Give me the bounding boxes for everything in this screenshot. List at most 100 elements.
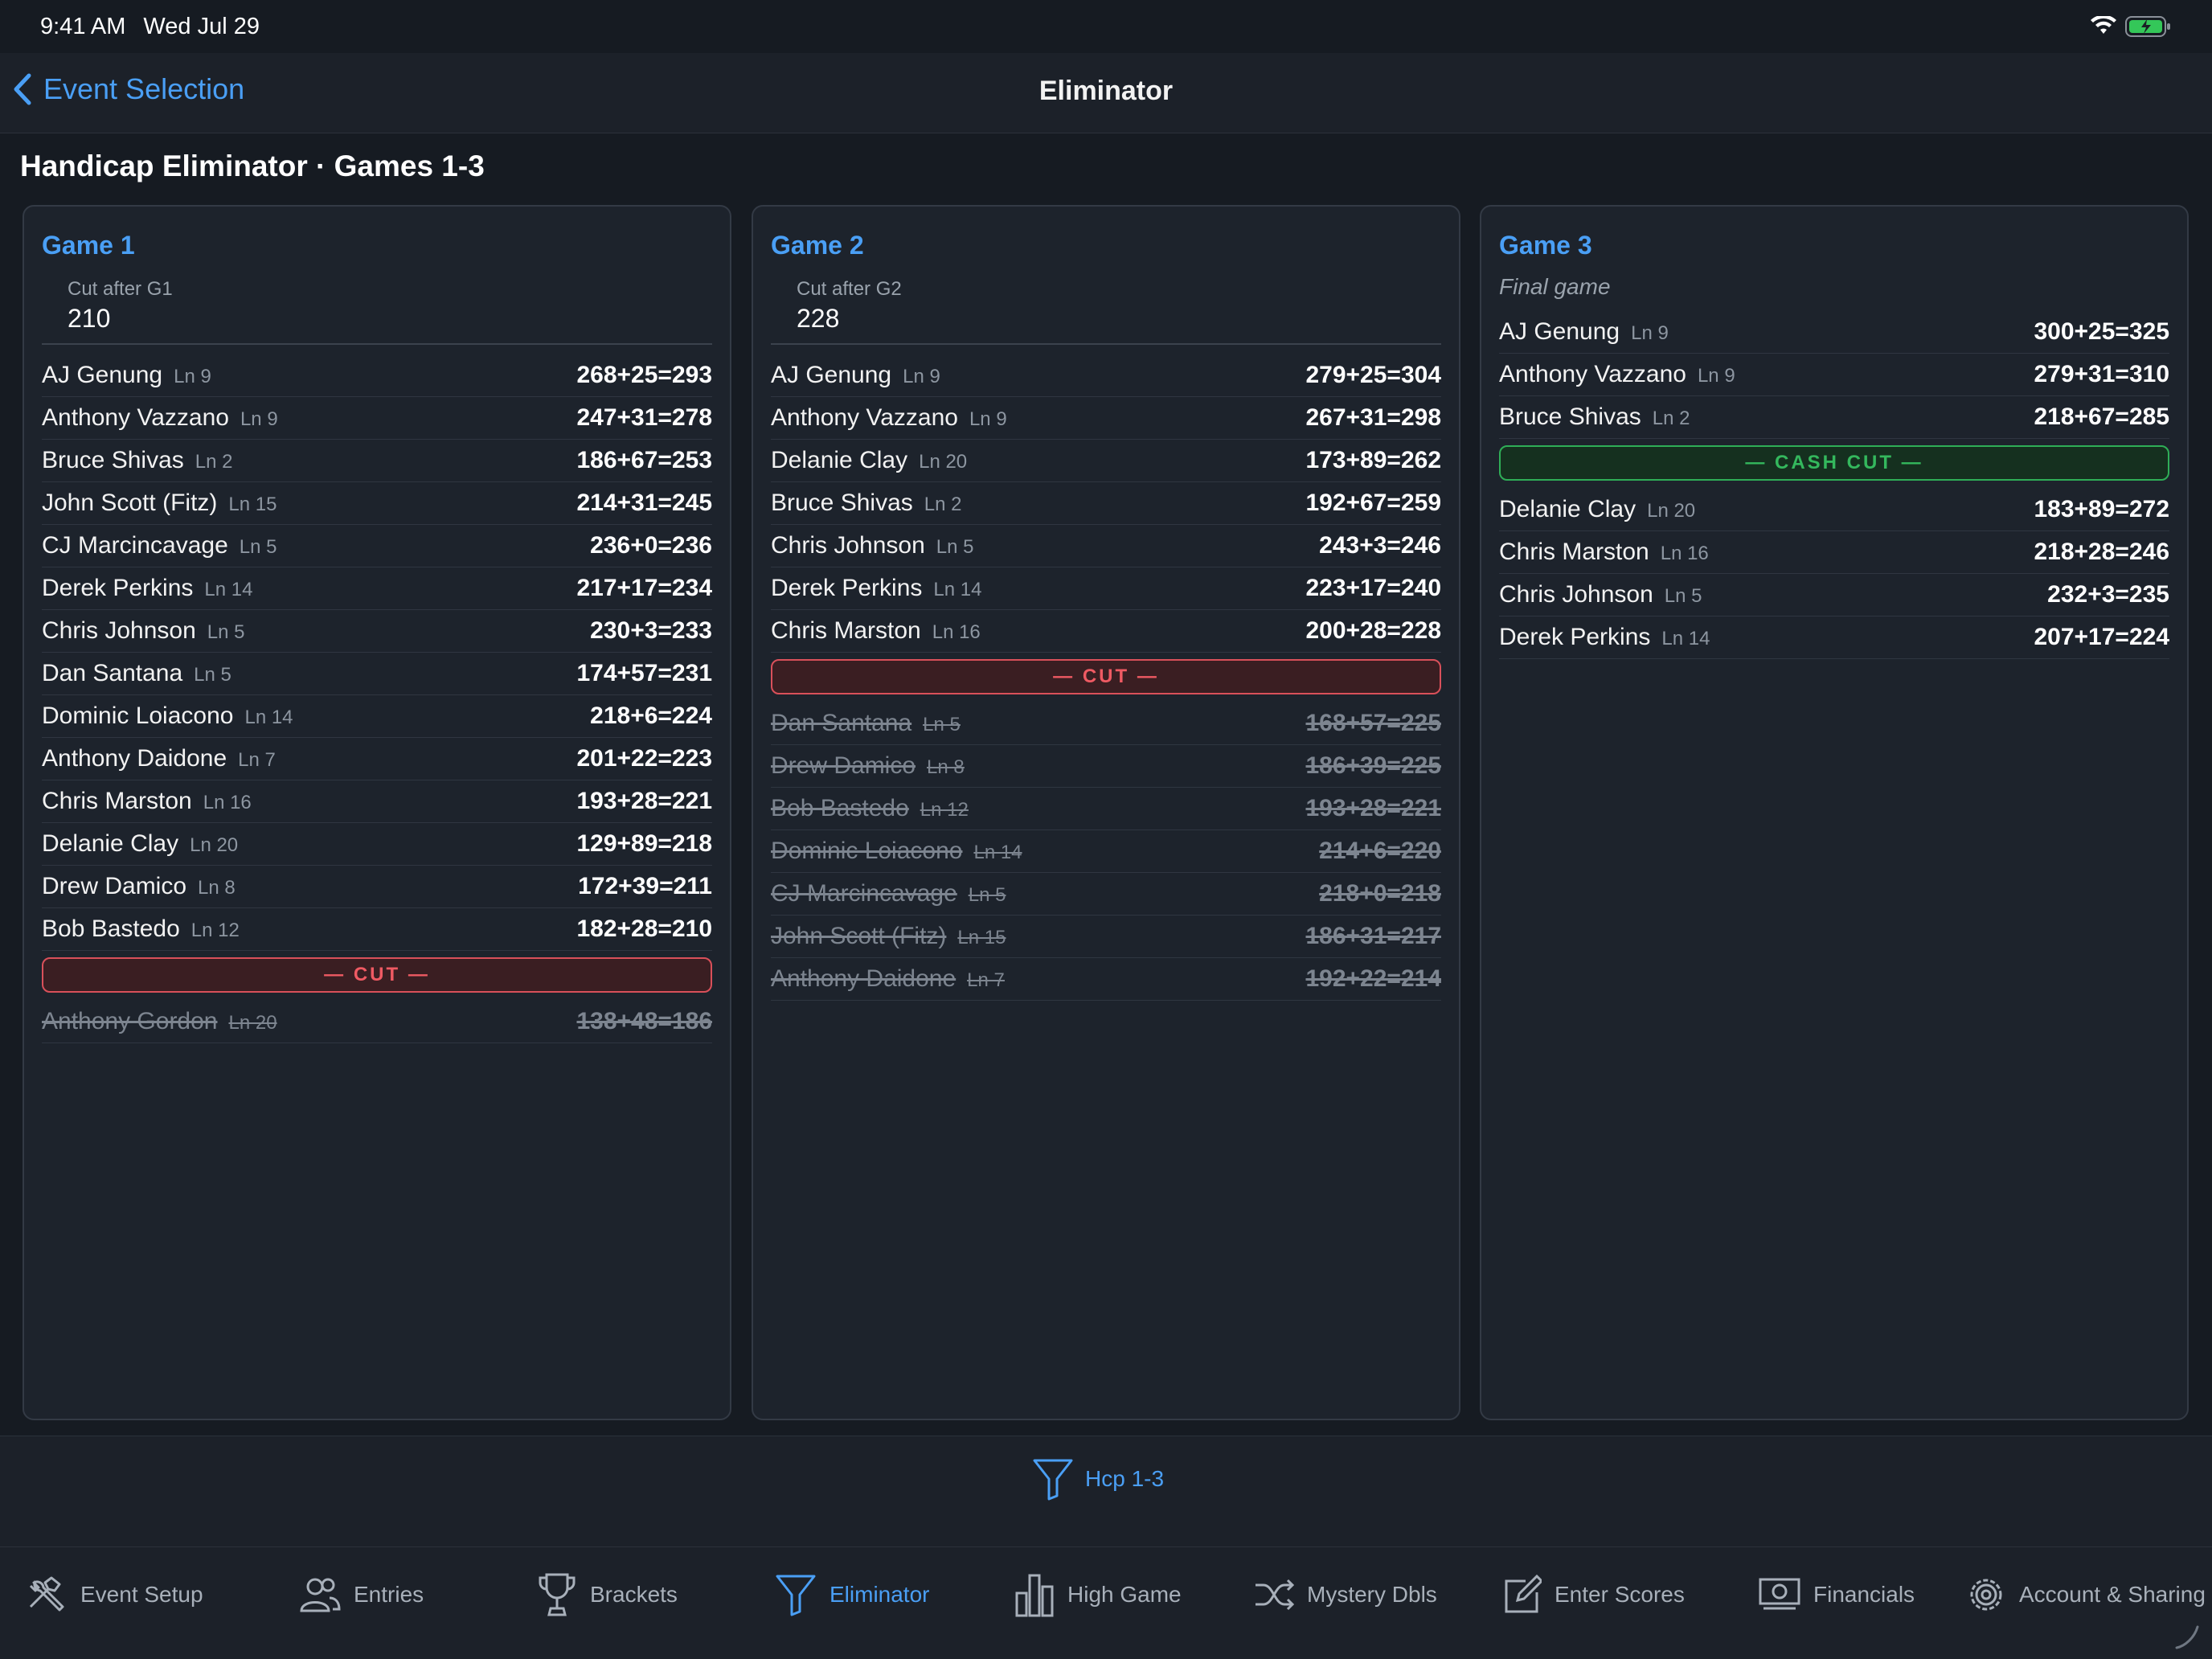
player-lane: Ln 9	[240, 408, 278, 430]
eliminated-player-row: Anthony Gordon Ln 20 138+48=186	[42, 1001, 712, 1043]
player-score: 182+28=210	[576, 916, 712, 942]
cut-value: 228	[797, 304, 840, 333]
game-1-title: Game 1	[42, 231, 135, 260]
player-row: Chris Johnson Ln 5 230+3=233	[42, 610, 712, 653]
tab-entries[interactable]: Entries	[299, 1570, 424, 1620]
page-title: Handicap Eliminator · Games 1-3	[20, 150, 485, 182]
tab-mystery-doubles[interactable]: Mystery Dbls	[1254, 1570, 1437, 1620]
tab-account-sharing[interactable]: Account & Sharing	[1966, 1570, 2206, 1620]
player-lane: Ln 20	[1647, 500, 1696, 522]
player-info: CJ Marcincavage Ln 5	[42, 532, 276, 559]
player-name: Delanie Clay	[771, 447, 908, 473]
player-name: Dan Santana	[42, 660, 183, 686]
tab-event-setup[interactable]: Event Setup	[24, 1570, 203, 1620]
player-score: 236+0=236	[590, 532, 712, 559]
player-row: Delanie Clay Ln 20 173+89=262	[771, 440, 1441, 482]
player-info: Delanie Clay Ln 20	[42, 830, 238, 858]
player-info: Chris Johnson Ln 5	[42, 617, 244, 645]
money-icon	[1759, 1578, 1800, 1610]
player-score: 186+31=217	[1305, 923, 1441, 949]
player-lane: Ln 7	[238, 749, 276, 771]
game-3-cashing-list: AJ Genung Ln 9 300+25=325 Anthony Vazzano Ln…	[1499, 311, 2169, 439]
player-row: Bruce Shivas Ln 2 186+67=253	[42, 440, 712, 482]
player-name: Delanie Clay	[42, 830, 179, 857]
player-score: 183+89=272	[2034, 496, 2169, 522]
nav-title: Eliminator	[1038, 76, 1174, 106]
filter-button[interactable]: Hcp 1-3	[1032, 1457, 1164, 1501]
eliminated-player-row: Anthony Daidone Ln 7 192+22=214	[771, 958, 1441, 1001]
player-lane: Ln 14	[1661, 628, 1710, 649]
eliminated-player-row: Bob Bastedo Ln 12 193+28=221	[771, 788, 1441, 830]
player-row: Chris Marston Ln 16 218+28=246	[1499, 531, 2169, 574]
player-lane: Ln 14	[204, 579, 253, 600]
player-row: Chris Marston Ln 16 200+28=228	[771, 610, 1441, 653]
player-row: Dan Santana Ln 5 174+57=231	[42, 653, 712, 695]
player-name: Chris Johnson	[1499, 581, 1653, 608]
player-name: Drew Damico	[42, 873, 187, 899]
player-lane: Ln 7	[967, 969, 1005, 991]
cash-cut-divider: — CASH CUT —	[1499, 445, 2169, 481]
tab-label: Mystery Dbls	[1307, 1582, 1437, 1607]
player-lane: Ln 20	[228, 1012, 277, 1034]
resize-corner-icon	[2175, 1625, 2199, 1649]
player-lane: Ln 5	[207, 621, 245, 643]
tab-eliminator[interactable]: Eliminator	[775, 1570, 929, 1620]
tab-label: Account & Sharing	[2019, 1582, 2206, 1607]
player-info: Derek Perkins Ln 14	[771, 575, 981, 602]
player-row: Chris Marston Ln 16 193+28=221	[42, 780, 712, 823]
player-row: Derek Perkins Ln 14 207+17=224	[1499, 616, 2169, 659]
player-row: Delanie Clay Ln 20 129+89=218	[42, 823, 712, 866]
player-name: Dan Santana	[771, 710, 912, 736]
player-lane: Ln 12	[190, 920, 240, 941]
tab-brackets[interactable]: Brackets	[537, 1570, 678, 1620]
filter-icon	[776, 1575, 816, 1616]
player-score: 217+17=234	[576, 575, 712, 601]
player-score: 173+89=262	[1305, 447, 1441, 473]
player-lane: Ln 14	[244, 707, 293, 728]
player-score: 267+31=298	[1305, 404, 1441, 431]
player-info: Chris Marston Ln 16	[771, 617, 981, 645]
player-score: 268+25=293	[576, 362, 712, 388]
player-score: 214+31=245	[576, 490, 712, 516]
player-name: Bruce Shivas	[1499, 403, 1641, 430]
player-name: AJ Genung	[771, 362, 892, 388]
player-score: 214+6=220	[1319, 838, 1441, 864]
player-lane: Ln 8	[198, 877, 236, 899]
player-info: CJ Marcincavage Ln 5	[771, 880, 1006, 907]
player-lane: Ln 9	[903, 366, 940, 387]
player-score: 279+31=310	[2034, 361, 2169, 387]
eliminated-player-row: CJ Marcincavage Ln 5 218+0=218	[771, 873, 1441, 916]
player-info: Dominic Loiacono Ln 14	[771, 838, 1022, 865]
player-info: Anthony Daidone Ln 7	[42, 745, 276, 772]
game-3-card: Game 3 Final game AJ Genung Ln 9 300+25=32…	[1480, 205, 2189, 1420]
player-score: 218+28=246	[2034, 539, 2169, 565]
tab-enter-scores[interactable]: Enter Scores	[1501, 1570, 1685, 1620]
player-name: Chris Johnson	[771, 532, 925, 559]
player-name: John Scott (Fitz)	[42, 490, 218, 516]
tab-label: Event Setup	[80, 1582, 203, 1607]
player-info: Drew Damico Ln 8	[771, 752, 965, 780]
player-lane: Ln 9	[1697, 365, 1735, 387]
player-lane: Ln 14	[973, 842, 1022, 863]
tab-label: Enter Scores	[1555, 1582, 1685, 1607]
player-info: Bob Bastedo Ln 12	[771, 795, 969, 822]
player-score: 247+31=278	[576, 404, 712, 431]
player-score: 232+3=235	[2047, 581, 2169, 608]
tab-financials[interactable]: Financials	[1759, 1570, 1915, 1620]
player-name: Dominic Loiacono	[771, 838, 963, 864]
player-info: AJ Genung Ln 9	[771, 362, 940, 389]
eliminated-player-row: Drew Damico Ln 8 186+39=225	[771, 745, 1441, 788]
edit-icon	[1505, 1575, 1542, 1613]
player-lane: Ln 2	[195, 451, 233, 473]
player-row: Anthony Vazzano Ln 9 247+31=278	[42, 397, 712, 440]
tab-high-game[interactable]: High Game	[1014, 1570, 1182, 1620]
player-lane: Ln 16	[203, 792, 252, 813]
player-lane: Ln 15	[957, 927, 1006, 948]
player-row: Bob Bastedo Ln 12 182+28=210	[42, 908, 712, 951]
player-info: John Scott (Fitz) Ln 15	[42, 490, 276, 517]
game-columns: Game 1 Cut after G1 210 AJ Genung Ln 9 268…	[23, 205, 2189, 1420]
player-info: Derek Perkins Ln 14	[42, 575, 252, 602]
eliminated-player-row: John Scott (Fitz) Ln 15 186+31=217	[771, 916, 1441, 958]
player-lane: Ln 2	[1652, 408, 1690, 429]
player-score: 279+25=304	[1305, 362, 1441, 388]
